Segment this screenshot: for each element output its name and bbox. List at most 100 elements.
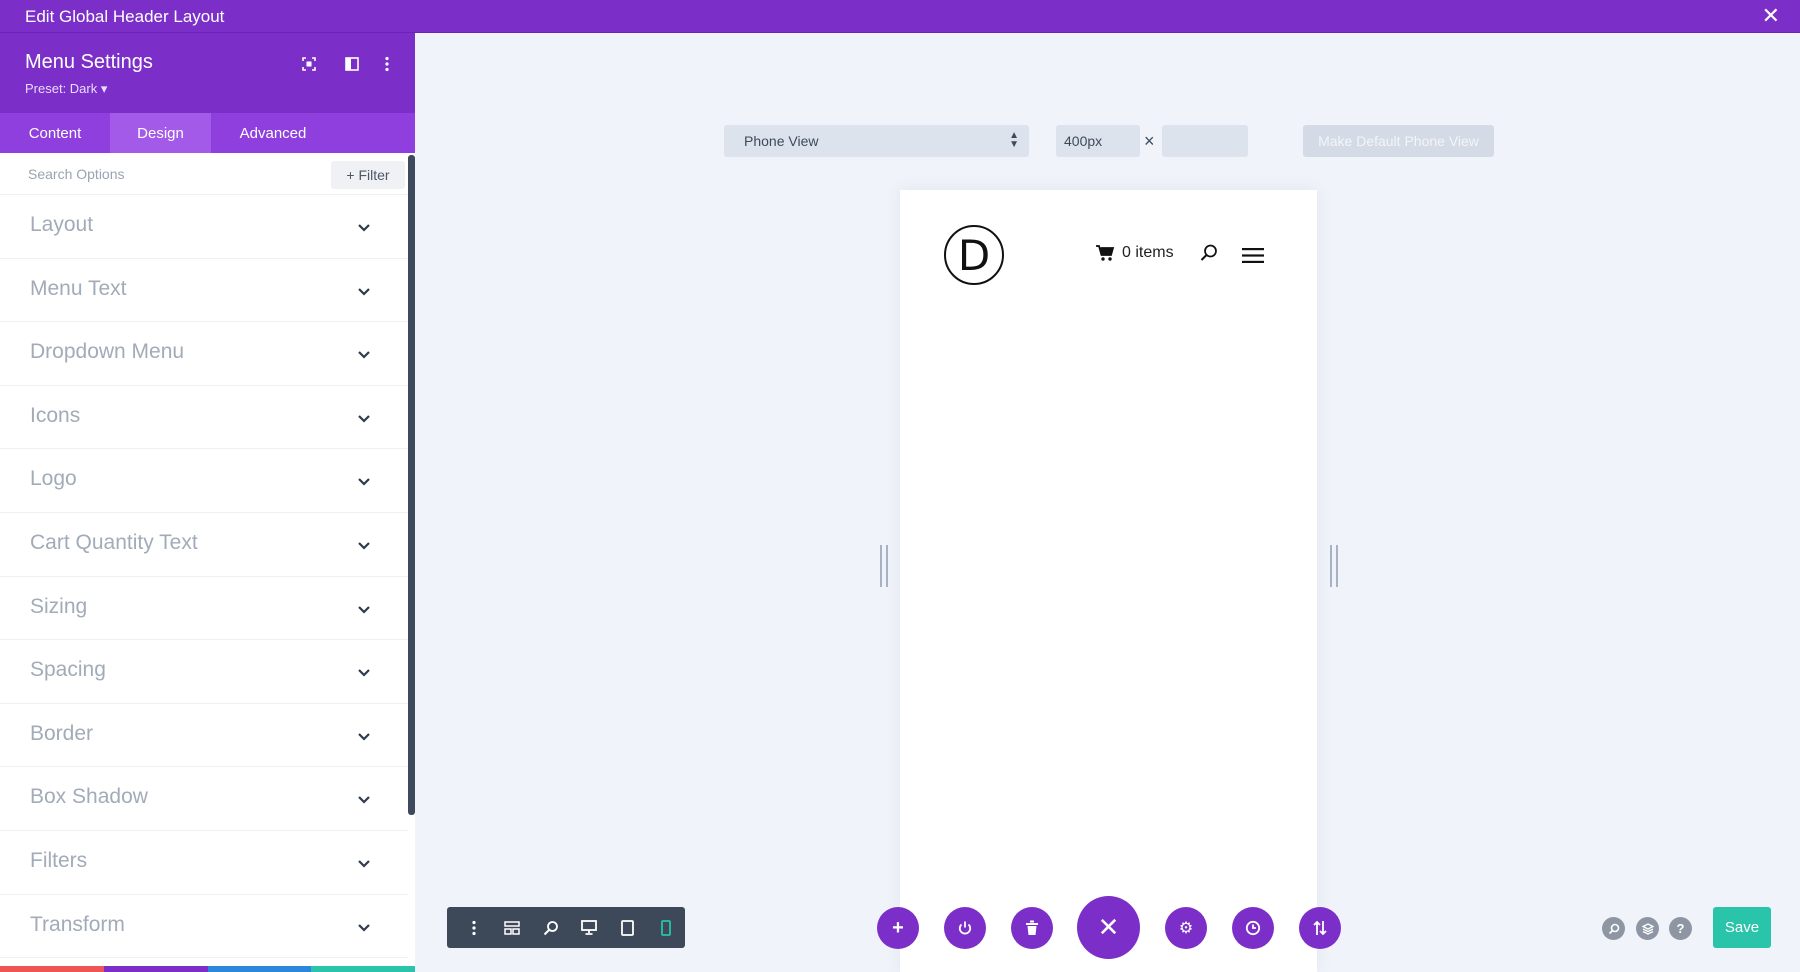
- sidebar-header: Menu Settings Preset: Dark ▾: [0, 33, 415, 113]
- search-icon: [1608, 923, 1619, 934]
- window-title: Edit Global Header Layout: [25, 7, 225, 26]
- viewport-width-input[interactable]: [1056, 125, 1140, 157]
- phone-icon: [660, 919, 671, 936]
- help-icon: ?: [1676, 921, 1685, 936]
- chevron-down-icon: [358, 860, 370, 868]
- top-bar: Edit Global Header Layout ✕: [0, 0, 1800, 33]
- desktop-icon: [581, 920, 598, 935]
- left-resize-handle[interactable]: [880, 545, 888, 587]
- chevron-down-icon: [358, 478, 370, 486]
- tab-design[interactable]: Design: [110, 113, 211, 153]
- chevron-down-icon: [358, 542, 370, 550]
- more-vertical-icon[interactable]: [376, 53, 398, 75]
- cart-icon[interactable]: [1095, 244, 1115, 262]
- gear-icon: ⚙: [1178, 920, 1194, 937]
- sidebar-footer: ✖ ✔: [0, 966, 415, 972]
- option-group-label: Menu Text: [30, 276, 127, 300]
- make-default-view-button[interactable]: Make Default Phone View: [1303, 125, 1494, 157]
- phone-preview: D 0 items: [900, 190, 1317, 972]
- page-settings-button[interactable]: ⚙: [1165, 907, 1207, 949]
- focus-icon[interactable]: [298, 53, 320, 75]
- option-group-spacing[interactable]: Spacing: [0, 640, 408, 704]
- discard-button[interactable]: ✖: [0, 966, 104, 972]
- portability-button[interactable]: [1299, 907, 1341, 949]
- trash-icon: [1026, 920, 1038, 935]
- option-group-label: Box Shadow: [30, 785, 148, 809]
- phone-view-button[interactable]: [647, 907, 685, 948]
- dimension-separator: ×: [1144, 131, 1155, 151]
- option-group-label: Layout: [30, 213, 94, 236]
- view-mode-value: Phone View: [744, 133, 819, 149]
- option-group-sizing[interactable]: Sizing: [0, 577, 408, 641]
- power-icon: [958, 921, 972, 935]
- search-row: + Filter: [0, 153, 415, 195]
- find-replace-button[interactable]: [1602, 917, 1625, 940]
- exit-builder-button[interactable]: ✕: [1077, 896, 1140, 959]
- cart-quantity-text[interactable]: 0 items: [1122, 244, 1174, 262]
- preset-dropdown[interactable]: Preset: Dark ▾: [25, 81, 107, 97]
- tab-advanced[interactable]: Advanced: [211, 113, 335, 153]
- close-icon: ✕: [1097, 912, 1120, 942]
- help-button[interactable]: ?: [1669, 917, 1692, 940]
- option-group-label: Cart Quantity Text: [30, 530, 198, 554]
- option-group-logo[interactable]: Logo: [0, 449, 408, 513]
- option-group-menu-text[interactable]: Menu Text: [0, 259, 408, 323]
- sidebar-scrollbar[interactable]: [408, 155, 415, 815]
- wireframe-view-button[interactable]: [493, 907, 531, 948]
- option-group-dropdown-menu[interactable]: Dropdown Menu: [0, 322, 408, 386]
- site-logo[interactable]: D: [944, 225, 1004, 285]
- option-group-border[interactable]: Border: [0, 704, 408, 768]
- chevron-down-icon: [358, 287, 370, 296]
- tablet-icon: [621, 919, 634, 936]
- chevron-down-icon: [358, 224, 370, 232]
- chevron-down-icon: [358, 605, 370, 614]
- search-options-input[interactable]: [28, 163, 318, 185]
- logo-letter: D: [957, 230, 991, 280]
- more-vertical-icon: [472, 920, 476, 935]
- select-arrows-icon: ▲ ▼: [1009, 130, 1019, 150]
- option-group-label: Spacing: [30, 658, 106, 682]
- chevron-down-icon: [358, 732, 370, 741]
- option-group-label: Filters: [30, 848, 88, 872]
- save-changes-button[interactable]: ✔: [311, 966, 415, 972]
- hamburger-menu-icon[interactable]: [1242, 247, 1264, 264]
- chevron-down-icon: [358, 923, 370, 932]
- sort-icon: [1313, 920, 1327, 936]
- option-group-label: Icons: [30, 403, 81, 427]
- viewport-height-input[interactable]: [1162, 125, 1248, 157]
- option-group-transform[interactable]: Transform: [0, 895, 408, 959]
- tablet-view-button[interactable]: [608, 907, 646, 948]
- right-resize-handle[interactable]: [1330, 545, 1338, 587]
- chevron-down-icon: [358, 669, 370, 677]
- option-group-label: Border: [30, 721, 94, 745]
- option-groups: Layout Menu Text Dropdown Menu Icons Log…: [0, 195, 408, 959]
- search-icon[interactable]: [1199, 243, 1219, 263]
- filter-button[interactable]: + Filter: [331, 161, 405, 189]
- tab-content[interactable]: Content: [0, 113, 110, 153]
- add-module-button[interactable]: +: [877, 907, 919, 949]
- option-group-layout[interactable]: Layout: [0, 195, 408, 259]
- split-view-icon[interactable]: [341, 53, 363, 75]
- sidebar-title: Menu Settings: [25, 51, 153, 73]
- option-group-label: Dropdown Menu: [30, 340, 185, 364]
- option-group-filters[interactable]: Filters: [0, 831, 408, 895]
- history-button[interactable]: [1232, 907, 1274, 949]
- delete-module-button[interactable]: [1011, 907, 1053, 949]
- add-icon: +: [892, 916, 904, 939]
- zoom-icon: [543, 920, 558, 935]
- save-button[interactable]: Save: [1713, 907, 1771, 948]
- option-group-icons[interactable]: Icons: [0, 386, 408, 450]
- chevron-down-icon: [358, 796, 370, 804]
- option-group-cart-quantity-text[interactable]: Cart Quantity Text: [0, 513, 408, 577]
- more-options-button[interactable]: [455, 907, 493, 948]
- desktop-view-button[interactable]: [570, 907, 608, 948]
- redo-button[interactable]: [207, 966, 312, 972]
- option-group-box-shadow[interactable]: Box Shadow: [0, 767, 408, 831]
- disable-module-button[interactable]: [944, 907, 986, 949]
- view-mode-select[interactable]: Phone View ▲ ▼: [724, 125, 1029, 157]
- chevron-down-icon: [358, 351, 370, 359]
- close-icon[interactable]: ✕: [1762, 4, 1780, 28]
- zoom-view-button[interactable]: [532, 907, 570, 948]
- undo-button[interactable]: [103, 966, 208, 972]
- layers-button[interactable]: [1636, 917, 1659, 940]
